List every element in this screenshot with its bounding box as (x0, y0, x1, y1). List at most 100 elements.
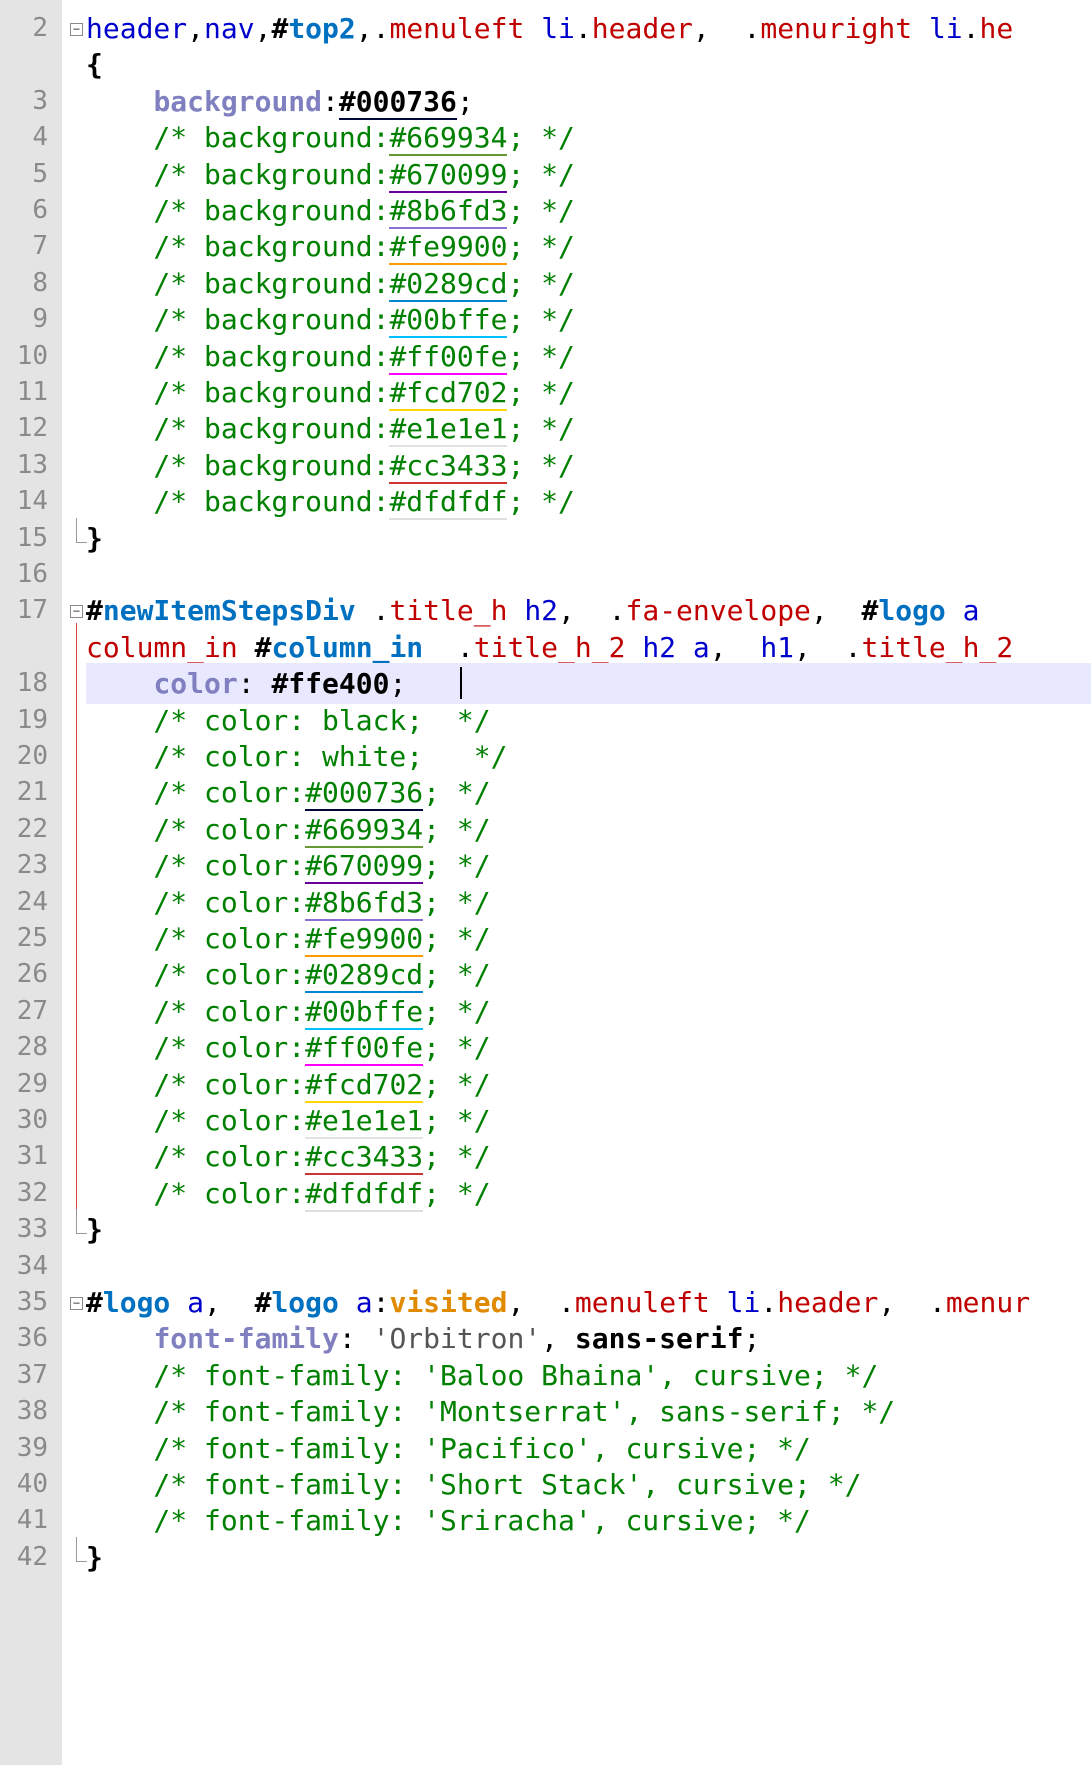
fold-collapse-icon[interactable]: − (70, 23, 83, 36)
code-line[interactable]: 8 /* background:#0289cd; */ (0, 263, 1091, 304)
code-token: h2 (524, 594, 559, 628)
code-line[interactable]: 9 /* background:#00bffe; */ (0, 299, 1091, 340)
code-text[interactable]: /* color: black; */ (86, 700, 1091, 741)
code-line[interactable]: 22 /* color:#669934; */ (0, 809, 1091, 850)
code-text[interactable]: } (86, 1209, 1091, 1250)
color-swatch-token: #8b6fd3 (389, 194, 508, 229)
code-line[interactable]: 26 /* color:#0289cd; */ (0, 954, 1091, 995)
code-text[interactable]: /* color:#fe9900; */ (86, 918, 1091, 959)
code-line[interactable]: 30 /* color:#e1e1e1; */ (0, 1100, 1091, 1141)
line-number: 18 (16, 668, 48, 699)
code-text[interactable]: /* color:#669934; */ (86, 809, 1091, 850)
code-line[interactable]: 37 /* font-family: 'Baloo Bhaina', cursi… (0, 1355, 1091, 1396)
code-line[interactable]: 4 /* background:#669934; */ (0, 117, 1091, 158)
code-token: } (86, 1540, 103, 1574)
code-line[interactable]: 16 (0, 554, 1091, 595)
code-text[interactable]: font-family: 'Orbitron', sans-serif; (86, 1318, 1091, 1359)
code-text[interactable]: /* background:#0289cd; */ (86, 263, 1091, 304)
code-token: , (355, 12, 373, 45)
code-text[interactable]: } (86, 518, 1091, 559)
code-line[interactable]: 5 /* background:#670099; */ (0, 154, 1091, 195)
code-line[interactable]: 29 /* color:#fcd702; */ (0, 1064, 1091, 1105)
code-text[interactable]: /* background:#fcd702; */ (86, 372, 1091, 413)
code-text[interactable]: /* font-family: 'Montserrat', sans-serif… (86, 1391, 1091, 1432)
code-text[interactable]: /* background:#670099; */ (86, 154, 1091, 195)
code-line[interactable]: 42} (0, 1536, 1091, 1578)
code-line[interactable]: 18 color: #ffe400; (0, 663, 1091, 705)
code-line[interactable]: 10 /* background:#ff00fe; */ (0, 336, 1091, 377)
code-text[interactable]: /* background:#cc3433; */ (86, 445, 1091, 486)
code-text[interactable]: /* background:#8b6fd3; */ (86, 190, 1091, 231)
code-text[interactable]: /* background:#00bffe; */ (86, 299, 1091, 340)
code-line[interactable]: 34 (0, 1246, 1091, 1287)
code-line[interactable]: 38 /* font-family: 'Montserrat', sans-se… (0, 1391, 1091, 1432)
line-number: 25 (16, 923, 48, 953)
code-line[interactable]: 31 /* color:#cc3433; */ (0, 1136, 1091, 1177)
code-line[interactable]: 36 font-family: 'Orbitron', sans-serif; (0, 1318, 1091, 1359)
code-text[interactable]: /* font-family: 'Baloo Bhaina', cursive;… (86, 1355, 1091, 1396)
code-text[interactable]: background:#000736; (86, 81, 1091, 122)
code-text[interactable]: /* color:#000736; */ (86, 772, 1091, 813)
code-text[interactable]: /* color: white; */ (86, 736, 1091, 777)
code-text[interactable]: /* background:#669934; */ (86, 117, 1091, 158)
code-text[interactable]: /* color:#dfdfdf; */ (86, 1173, 1091, 1214)
code-line[interactable]: 41 /* font-family: 'Sriracha', cursive; … (0, 1500, 1091, 1541)
code-text[interactable]: /* color:#8b6fd3; */ (86, 882, 1091, 923)
code-line[interactable]: 33} (0, 1209, 1091, 1250)
code-text[interactable]: color: #ffe400; (86, 663, 1091, 705)
code-text[interactable]: /* background:#ff00fe; */ (86, 336, 1091, 377)
code-text[interactable]: /* background:#e1e1e1; */ (86, 408, 1091, 449)
code-line[interactable]: 15} (0, 517, 1091, 559)
code-line[interactable]: 24 /* color:#8b6fd3; */ (0, 882, 1091, 923)
code-text[interactable]: /* color:#00bffe; */ (86, 991, 1091, 1032)
code-line[interactable]: 40 /* font-family: 'Short Stack', cursiv… (0, 1464, 1091, 1505)
code-line[interactable]: 6 /* background:#8b6fd3; */ (0, 190, 1091, 231)
code-line[interactable]: 17− #newItemStepsDiv .title_h h2, .fa-env… (0, 590, 1091, 631)
code-line[interactable]: { (0, 44, 1091, 85)
code-line[interactable]: 3 background:#000736; (0, 81, 1091, 122)
code-text[interactable]: /* color:#0289cd; */ (86, 954, 1091, 995)
code-text[interactable]: /* background:#dfdfdf; */ (86, 481, 1091, 522)
code-text[interactable]: /* background:#fe9900; */ (86, 226, 1091, 267)
fold-collapse-icon[interactable]: − (70, 1297, 83, 1310)
code-text[interactable]: header,nav,#top2,.menuleft li.header, .m… (86, 8, 1091, 49)
code-text[interactable]: /* color:#cc3433; */ (86, 1136, 1091, 1177)
code-line[interactable]: 14 /* background:#dfdfdf; */ (0, 481, 1091, 522)
code-line[interactable]: 23 /* color:#670099; */ (0, 845, 1091, 886)
code-token: ; */ (423, 1140, 491, 1174)
code-line[interactable]: 12 /* background:#e1e1e1; */ (0, 408, 1091, 449)
code-line[interactable]: 27 /* color:#00bffe; */ (0, 991, 1091, 1032)
code-line[interactable]: 21 /* color:#000736; */ (0, 772, 1091, 813)
code-text[interactable]: #newItemStepsDiv .title_h h2, .fa-envelo… (86, 590, 1091, 631)
code-line[interactable]: 7 /* background:#fe9900; */ (0, 226, 1091, 267)
code-token: , (558, 594, 609, 628)
code-text[interactable]: /* color:#e1e1e1; */ (86, 1100, 1091, 1141)
code-text[interactable]: /* font-family: 'Pacifico', cursive; */ (86, 1428, 1091, 1469)
code-text[interactable]: column_in #column_in .title_h_2 h2 a, h1… (86, 627, 1091, 668)
code-text[interactable]: /* color:#fcd702; */ (86, 1064, 1091, 1105)
code-line[interactable]: 28 /* color:#ff00fe; */ (0, 1027, 1091, 1068)
code-text[interactable]: { (86, 44, 1091, 85)
code-line[interactable]: 25 /* color:#fe9900; */ (0, 918, 1091, 959)
code-editor[interactable]: 2− header,nav,#top2,.menuleft li.header, … (0, 0, 1091, 1765)
code-line[interactable]: 2 − header,nav,#top2,.menuleft li.header, … (0, 8, 1091, 49)
code-line[interactable]: 39 /* font-family: 'Pacifico', cursive; … (0, 1428, 1091, 1469)
code-text[interactable]: #logo a, #logo a:visited, .menuleft li.h… (86, 1282, 1091, 1323)
code-text[interactable]: /* color:#ff00fe; */ (86, 1027, 1091, 1068)
code-line[interactable]: column_in #column_in .title_h_2 h2 a, h1… (0, 627, 1091, 668)
line-number: 9 (32, 304, 48, 335)
fold-collapse-icon[interactable]: − (70, 605, 83, 619)
code-line[interactable]: 20 /* color: white; */ (0, 736, 1091, 777)
code-text[interactable]: } (86, 1537, 1091, 1578)
code-token: header (777, 1286, 879, 1319)
code-text[interactable]: /* color:#670099; */ (86, 845, 1091, 886)
code-line[interactable]: 11 /* background:#fcd702; */ (0, 372, 1091, 413)
code-text[interactable]: /* font-family: 'Sriracha', cursive; */ (86, 1500, 1091, 1541)
code-text[interactable]: /* font-family: 'Short Stack', cursive; … (86, 1464, 1091, 1505)
code-text[interactable] (86, 1246, 1091, 1287)
code-line[interactable]: 32 /* color:#dfdfdf; */ (0, 1173, 1091, 1214)
code-line[interactable]: 13 /* background:#cc3433; */ (0, 445, 1091, 486)
code-line[interactable]: 19 /* color: black; */ (0, 700, 1091, 741)
code-line[interactable]: 35− #logo a, #logo a:visited, .menuleft l… (0, 1282, 1091, 1323)
code-text[interactable] (86, 554, 1091, 595)
